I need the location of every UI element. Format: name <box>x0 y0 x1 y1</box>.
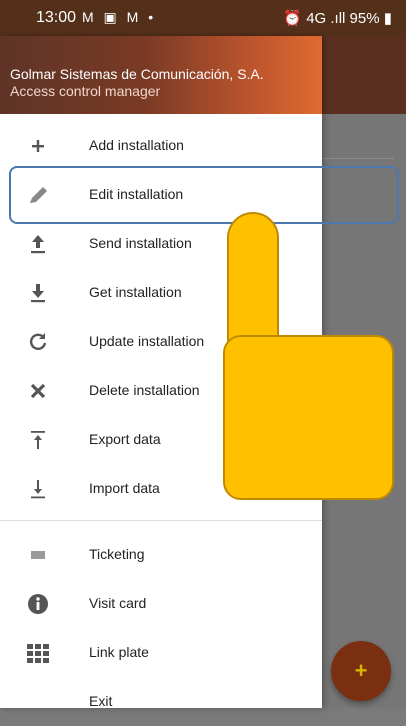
app-subtitle: Access control manager <box>10 83 161 99</box>
notification-icons: M ▣ M • <box>82 9 157 25</box>
download-icon <box>24 281 52 305</box>
company-name: Golmar Sistemas de Comunicación, S.A. <box>10 66 264 82</box>
menu-item-label: Visit card <box>89 595 147 611</box>
add-fab-button[interactable]: + <box>331 641 391 701</box>
ticket-icon <box>24 543 52 567</box>
status-bar: 13:00 M ▣ M • ⏰ 4G .ıll 95% ▮ <box>0 0 406 36</box>
menu-item-label: Import data <box>89 480 160 496</box>
export-icon <box>24 428 52 452</box>
menu-item-label: Link plate <box>89 644 149 660</box>
close-icon <box>24 379 52 403</box>
menu-item-link-plate[interactable]: Link plate <box>0 629 322 677</box>
menu-item-label: Get installation <box>89 284 182 300</box>
pointer-hand-palm <box>223 335 394 500</box>
menu-item-label: Ticketing <box>89 546 145 562</box>
upload-icon <box>24 232 52 256</box>
menu-item-label: Update installation <box>89 333 205 349</box>
status-right-indicators: ⏰ 4G .ıll 95% ▮ <box>283 10 392 27</box>
menu-item-exit[interactable]: Exit <box>0 678 322 726</box>
plus-icon <box>24 134 52 158</box>
menu-item-label: Add installation <box>89 137 184 153</box>
menu-item-label: Export data <box>89 431 161 447</box>
menu-item-label: Send installation <box>89 235 192 251</box>
background-app-bar <box>322 36 406 114</box>
menu-item-label: Delete installation <box>89 382 200 398</box>
menu-item-visit-card[interactable]: Visit card <box>0 580 322 628</box>
menu-divider <box>0 520 322 521</box>
info-icon <box>24 592 52 616</box>
refresh-icon <box>24 330 52 354</box>
grid-icon <box>24 641 52 665</box>
drawer-header: Golmar Sistemas de Comunicación, S.A. Ac… <box>0 36 322 114</box>
edit-installation-highlight <box>9 166 399 224</box>
menu-item-ticketing[interactable]: Ticketing <box>0 531 322 579</box>
menu-item-label: Exit <box>89 693 113 709</box>
import-icon <box>24 477 52 501</box>
exit-icon <box>24 690 52 714</box>
background-divider <box>322 158 394 159</box>
fab-plus-icon: + <box>354 658 368 683</box>
status-time: 13:00 <box>36 9 77 26</box>
menu-item-add-installation[interactable]: Add installation <box>0 122 322 170</box>
